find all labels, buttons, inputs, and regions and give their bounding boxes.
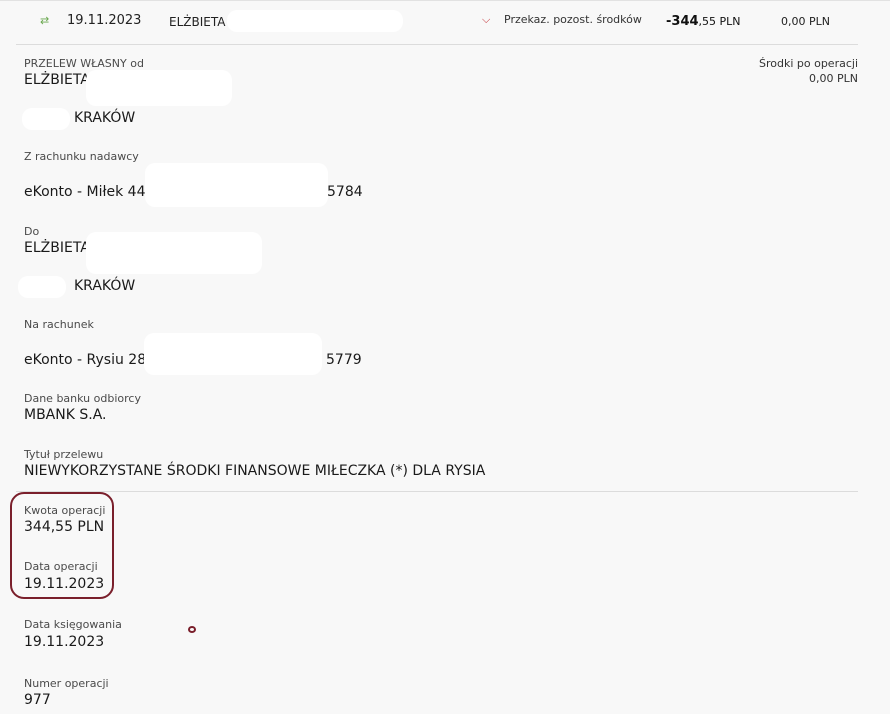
highlight-box (10, 492, 114, 599)
transaction-amount-dec: ,55 PLN (698, 15, 741, 28)
from-account-label: Z rachunku nadawcy (24, 150, 139, 163)
recipient-city: KRAKÓW (74, 278, 136, 294)
to-account-suffix: 5779 (326, 352, 362, 368)
redaction-from-account (145, 163, 328, 207)
highlight-dot (188, 626, 196, 633)
transaction-date: 19.11.2023 (67, 13, 142, 28)
balance-after-value: 0,00 PLN (809, 72, 858, 85)
from-account-suffix: 5784 (327, 184, 363, 200)
to-account-label: Na rachunek (24, 318, 94, 331)
to-label: Do (24, 225, 40, 238)
op-number-label: Numer operacji (24, 677, 109, 690)
from-account-name: eKonto - Miłek 44 (24, 184, 146, 200)
redaction-sender-address (22, 108, 70, 130)
bank-value: MBANK S.A. (24, 407, 107, 423)
to-account-name: eKonto - Rysiu 28 (24, 352, 147, 368)
details-divider (16, 491, 858, 492)
redaction-recipient-name (86, 232, 262, 274)
redaction-recipient (227, 10, 403, 32)
transaction-amount-int: -344 (666, 14, 699, 29)
transaction-balance: 0,00 PLN (781, 15, 830, 28)
transaction-row[interactable]: ⇄ 19.11.2023 ELŻBIETA ⌵ Przekaz. pozost.… (0, 0, 890, 44)
redaction-to-account (144, 333, 322, 375)
booking-date-value: 19.11.2023 (24, 634, 105, 650)
sender-city: KRAKÓW (74, 110, 136, 126)
transfer-arrows-icon: ⇄ (40, 14, 50, 27)
booking-date-label: Data księgowania (24, 618, 122, 631)
redaction-sender-name (86, 70, 232, 106)
redaction-recipient-address (18, 276, 66, 298)
transaction-amount: -344,55 PLN (666, 14, 741, 29)
transaction-type: Przekaz. pozost. środków (504, 13, 642, 26)
op-number-value: 977 (24, 692, 51, 708)
title-value: NIEWYKORZYSTANE ŚRODKI FINANSOWE MIŁECZK… (24, 463, 486, 479)
transaction-recipient: ELŻBIETA (169, 15, 226, 29)
bank-label: Dane banku odbiorcy (24, 392, 141, 405)
row-divider (16, 44, 858, 45)
transfer-type-label: PRZELEW WŁASNY od (24, 57, 144, 70)
balance-after-label: Środki po operacji (758, 57, 858, 70)
recipient-name: ELŻBIETA (24, 240, 90, 256)
title-label: Tytuł przelewu (24, 448, 104, 461)
chevron-down-icon[interactable]: ⌵ (482, 13, 490, 27)
